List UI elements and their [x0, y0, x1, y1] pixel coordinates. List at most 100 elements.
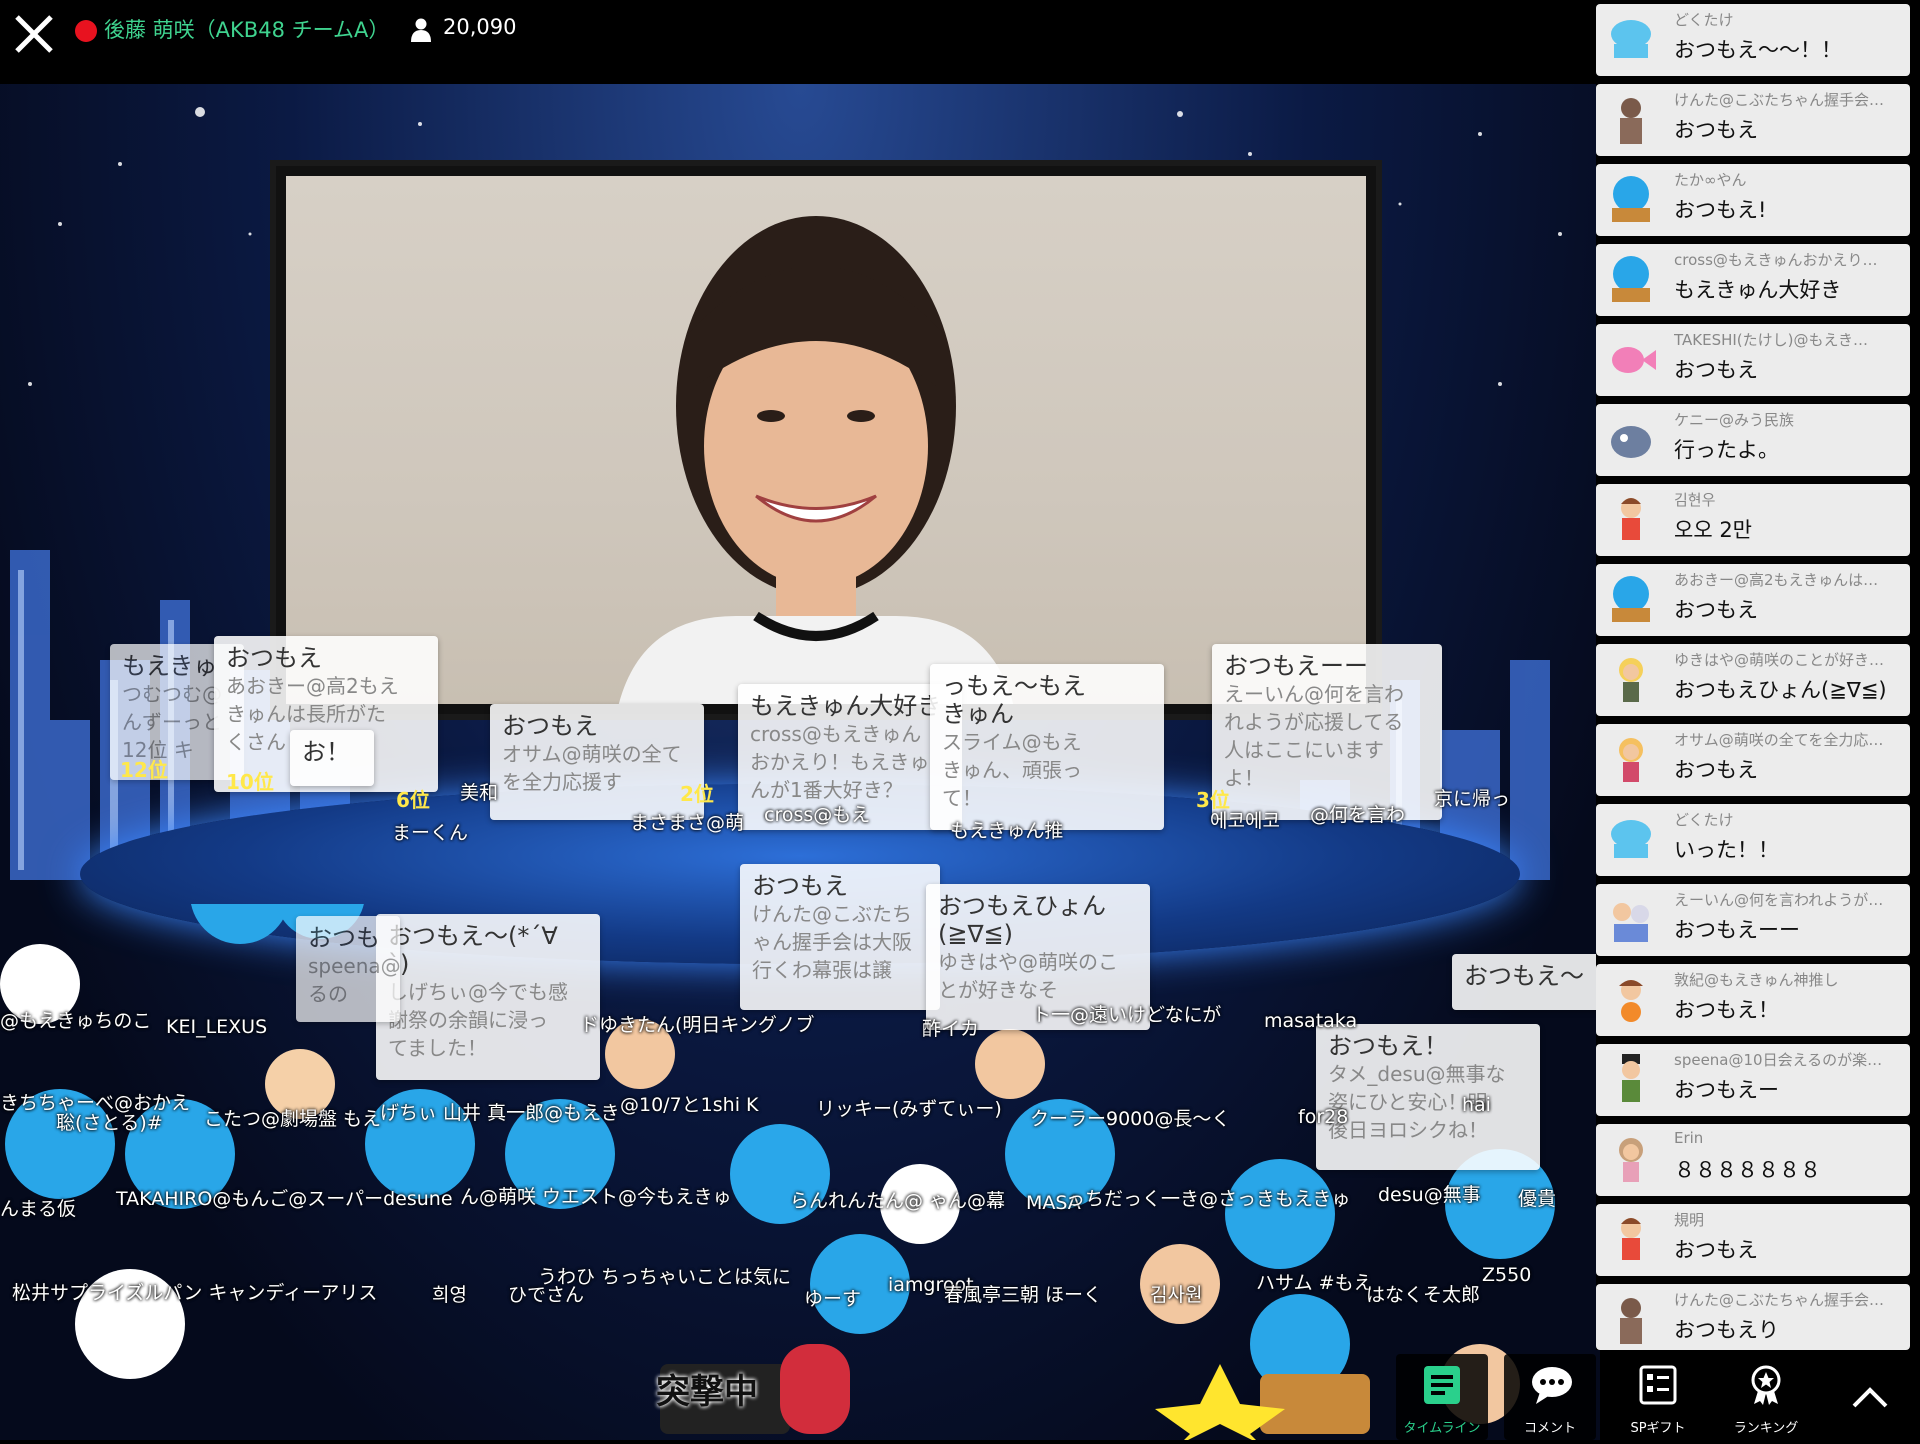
medal-icon: [1751, 1365, 1781, 1405]
person-icon: [411, 18, 431, 42]
floating-comment: おつもえ〜(*´∀ `) しげちぃ@今でも感 謝祭の余韻に浸っ てました！: [376, 914, 600, 1080]
comment-text: おつもえ〜〜！！: [1674, 38, 1842, 62]
comment-text: おつもえ: [1674, 118, 1758, 142]
top-bar: 後藤 萌咲（AKB48 チームA） 20,090: [0, 0, 1600, 84]
name-tag: 김사원: [1150, 1284, 1203, 1306]
boy-avatar-icon: [1621, 498, 1641, 540]
commenter-name: Erin: [1674, 1129, 1704, 1147]
video-feed: [286, 176, 1366, 704]
commenter-name: 敦紀@もえきゅん神推し: [1674, 971, 1839, 989]
comment-text: おつもえひょん(≧∇≦): [1674, 678, 1887, 702]
name-tag: 聡(さとる)#: [56, 1112, 163, 1134]
comment-text: おつもえーー: [1674, 918, 1800, 942]
floating-comment: おつもえ けんた@こぶたち ゃん握手会は大阪 行くわ幕張は譲: [740, 864, 940, 1010]
name-tag: らんれんたん@ ゃん@幕: [790, 1190, 1006, 1212]
scroll-up-button[interactable]: [1824, 1354, 1916, 1440]
name-tag: masataka: [1264, 1010, 1358, 1032]
tab-timeline[interactable]: タイムライン: [1396, 1354, 1488, 1440]
timeline-comment[interactable]: 敦紀@もえきゅん神推し おつもえ！: [1596, 964, 1910, 1036]
rank-badge: 12位: [120, 758, 168, 782]
tab-comment[interactable]: コメント: [1504, 1354, 1596, 1440]
comment-text: おつもえ！: [1674, 998, 1779, 1022]
commenter-name: けんた@こぶたちゃん握手会…: [1674, 91, 1885, 109]
commenter-name: けんた@こぶたちゃん握手会…: [1674, 1291, 1885, 1309]
viewer-count: 20,090: [443, 15, 517, 39]
timeline-comment[interactable]: Erin ８８８８８８８: [1596, 1124, 1910, 1196]
timeline-comment[interactable]: 規明 おつもえ: [1596, 1204, 1910, 1276]
comment-text: いった！！: [1674, 838, 1779, 862]
timeline-comment[interactable]: TAKESHI(たけし)@もえき… おつもえ: [1596, 324, 1910, 396]
name-tag: 松井サプライズルパン キャンディーアリス: [12, 1282, 378, 1304]
floating-comment: おつもえ オサム@萌咲の全て を全力応援す: [490, 704, 704, 820]
name-tag: 美和: [460, 782, 499, 804]
name-tag: ハサム #もえ: [1256, 1272, 1373, 1294]
video-player[interactable]: [270, 160, 1382, 720]
timeline-comment[interactable]: どくたけ おつもえ〜〜！！: [1596, 4, 1910, 76]
comment-timeline[interactable]: どくたけ おつもえ〜〜！！ けんた@こぶたちゃん握手会… おつもえ たか∞やん …: [1596, 0, 1920, 1350]
moekyun-avatar-icon: [1612, 256, 1650, 302]
timeline-comment[interactable]: 김현우 오오 2만: [1596, 484, 1910, 556]
tab-timeline-label: タイムライン: [1403, 1421, 1481, 1436]
streamer-name[interactable]: 後藤 萌咲（AKB48 チームA）: [104, 14, 389, 44]
timeline-comment[interactable]: ゆきはや@萌咲のことが好き… おつもえひょん(≧∇≦): [1596, 644, 1910, 716]
tab-spgift[interactable]: SPギフト: [1612, 1354, 1704, 1440]
close-icon[interactable]: [12, 12, 56, 56]
name-tag: んまる仮: [0, 1198, 77, 1220]
jellyfish-avatar-icon: [1611, 20, 1651, 58]
name-tag: まーくん: [392, 822, 469, 844]
timeline-comment[interactable]: えーいん@何を言われようが… おつもえーー: [1596, 884, 1910, 956]
timeline-comment[interactable]: ケニー@みう民族 行ったよ。: [1596, 404, 1910, 476]
group-avatar-icon: [1613, 903, 1649, 942]
boy-avatar-icon: [1621, 1218, 1641, 1260]
timeline-comment[interactable]: けんた@こぶたちゃん握手会… おつもえり: [1596, 1284, 1910, 1350]
name-tag: for28: [1298, 1106, 1349, 1128]
timeline-comment[interactable]: けんた@こぶたちゃん握手会… おつもえ: [1596, 84, 1910, 156]
floating-comment: っもえ〜もえ きゅん スライム@もえ きゅん、頑張っ て！: [930, 664, 1164, 830]
timeline-comment[interactable]: cross@もえきゅんおかえり… もえきゅん大好き: [1596, 244, 1910, 316]
name-tag: TAKAHIRO@もんご@スーパーdesune: [116, 1188, 453, 1210]
name-tag: 京に帰っ: [1434, 788, 1511, 810]
commenter-name: オサム@萌咲の全てを全力応…: [1674, 731, 1884, 749]
timeline-comment[interactable]: あおきー@高2もえきゅんは… おつもえ: [1596, 564, 1910, 636]
commenter-name: どくたけ: [1674, 811, 1734, 829]
commenter-name: 規明: [1674, 1211, 1705, 1229]
name-tag: リッキー(みずてぃー): [816, 1098, 1002, 1120]
tab-ranking[interactable]: ランキング: [1720, 1354, 1812, 1440]
name-tag: hai: [1462, 1094, 1491, 1116]
character-avatar-icon: [1620, 98, 1642, 144]
comment-text: 오오 2만: [1674, 518, 1752, 542]
name-tag: 에코에코: [1210, 810, 1280, 832]
commenter-name: ゆきはや@萌咲のことが好き…: [1674, 651, 1885, 669]
name-tag: 優貴: [1518, 1188, 1557, 1210]
comment-text: おつもえ: [1674, 358, 1758, 382]
name-tag: ドゆきたん(明日キングノブ: [580, 1014, 815, 1036]
timeline-comment[interactable]: どくたけ いった！！: [1596, 804, 1910, 876]
girl-avatar-icon: [1619, 658, 1643, 702]
tab-ranking-label: ランキング: [1733, 1421, 1799, 1436]
comment-text: ８８８８８８８: [1674, 1158, 1821, 1182]
commenter-name: どくたけ: [1674, 11, 1734, 29]
name-tag: ト一@遠いけどなにが: [1032, 1004, 1222, 1026]
name-tag: もえきゅん推: [950, 820, 1064, 842]
name-tag: cross@もえ: [764, 804, 871, 826]
name-tag: @何を言わ: [1310, 804, 1406, 826]
comment-text: おつもえり: [1674, 1318, 1779, 1342]
name-tag: desu@無事: [1378, 1184, 1481, 1206]
cat-girl-avatar-icon: [1619, 738, 1643, 782]
commenter-name: 김현우: [1674, 491, 1716, 509]
character-avatar-icon: [1620, 1298, 1642, 1344]
commenter-name: ケニー@みう民族: [1674, 411, 1795, 429]
floating-comment: おつも speena@ るの: [296, 916, 401, 1022]
comment-text: おつもえ!: [1674, 198, 1767, 222]
timeline-comment[interactable]: speena@10日会えるのが楽… おつもえー: [1596, 1044, 1910, 1116]
timeline-comment[interactable]: オサム@萌咲の全てを全力応… おつもえ: [1596, 724, 1910, 796]
timeline-comment[interactable]: たか∞やん おつもえ!: [1596, 164, 1910, 236]
rank-badge: 6位: [396, 788, 430, 812]
floating-comment: おつもえ！ タメ_desu@無事な 姿にひと安心！明 後日ヨロシクね！: [1316, 1024, 1540, 1170]
gift-list-icon: [1639, 1365, 1677, 1405]
commenter-name: えーいん@何を言われようが…: [1674, 891, 1884, 909]
timeline-icon: [1424, 1366, 1460, 1404]
name-tag: うわひ ちっちゃいことは気に: [538, 1266, 792, 1288]
name-tag: ん@萌咲 ウエスト@今もえきゅ: [460, 1186, 732, 1208]
girl-avatar-icon: [1619, 1138, 1643, 1182]
